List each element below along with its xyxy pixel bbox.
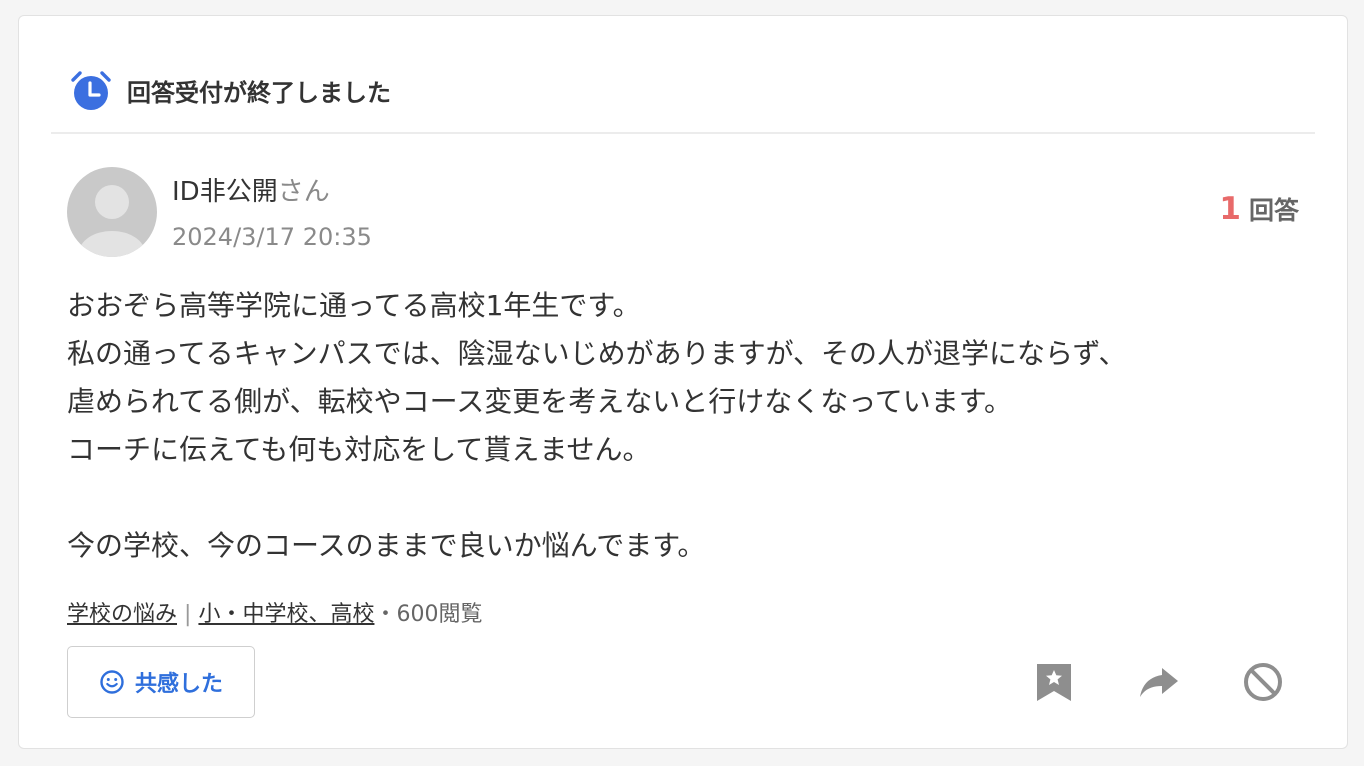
author-id: ID非公開 — [172, 177, 278, 207]
alarm-clock-icon — [71, 71, 111, 110]
default-user-avatar-icon — [67, 167, 157, 257]
bookmark-button[interactable] — [1033, 661, 1075, 703]
question-body: おおぞら高等学院に通ってる高校1年生です。 私の通ってるキャンパスでは、陰湿ない… — [67, 282, 1307, 570]
view-count: ・600閲覧 — [374, 602, 483, 627]
status-text: 回答受付が終了しました — [127, 78, 391, 107]
avatar — [67, 167, 157, 257]
question-line: 今の学校、今のコースのままで良いか悩んでます。 — [67, 529, 706, 562]
smile-icon — [100, 670, 124, 694]
share-button[interactable] — [1138, 661, 1180, 703]
answer-count[interactable]: 1 回答 — [1219, 191, 1299, 227]
bookmark-star-icon — [1037, 664, 1071, 701]
author-suffix: さん — [277, 177, 330, 207]
block-icon — [1244, 663, 1282, 701]
author-name: ID非公開さん — [172, 171, 330, 208]
question-line: コーチに伝えても何も対応をして貰えません。 — [67, 433, 651, 466]
category-separator: | — [184, 602, 192, 627]
block-button[interactable] — [1242, 661, 1284, 703]
divider — [51, 132, 1315, 134]
empathy-button[interactable]: 共感した — [67, 646, 255, 718]
question-card: 回答受付が終了しました ID非公開さん 2024/3/17 20:35 1 回答… — [18, 15, 1348, 749]
category-link-worries[interactable]: 学校の悩み — [67, 602, 177, 627]
question-line: 私の通ってるキャンパスでは、陰湿ないじめがありますが、その人が退学にならず、 — [67, 337, 1127, 370]
question-line: おおぞら高等学院に通ってる高校1年生です。 — [67, 289, 641, 322]
answer-count-number: 1 — [1219, 191, 1241, 227]
status-bar: 回答受付が終了しました — [69, 68, 391, 112]
question-line: 虐められてる側が、転校やコース変更を考えないと行けなくなっています。 — [67, 385, 1013, 418]
category-link-schools[interactable]: 小・中学校、高校 — [198, 602, 374, 627]
share-arrow-icon — [1140, 668, 1178, 697]
answer-count-label: 回答 — [1248, 196, 1299, 225]
post-date: 2024/3/17 20:35 — [172, 223, 372, 251]
meta-row: 学校の悩み | 小・中学校、高校・600閲覧 — [67, 596, 482, 628]
empathy-label: 共感した — [134, 672, 223, 697]
